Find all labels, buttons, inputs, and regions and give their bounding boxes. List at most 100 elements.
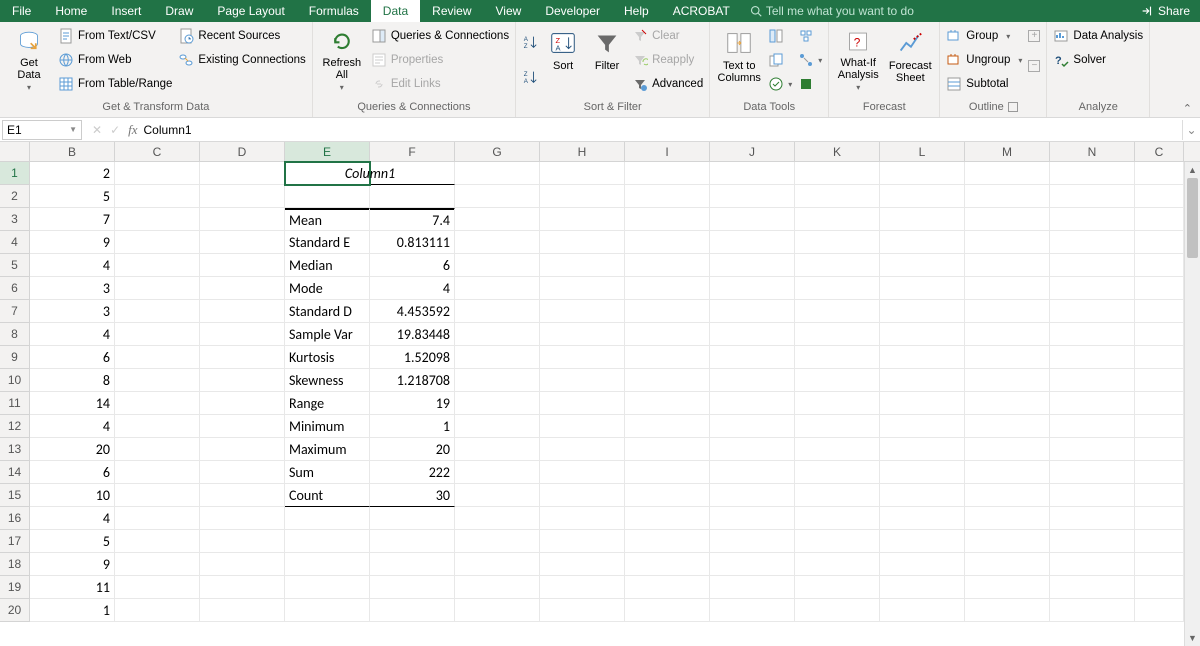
cell-K3[interactable] [795,208,880,231]
cell-L11[interactable] [880,392,965,415]
cell-L20[interactable] [880,599,965,622]
cell-G20[interactable] [455,599,540,622]
cell-C14[interactable] [115,461,200,484]
cell-I9[interactable] [625,346,710,369]
cell-F4[interactable]: 0.813111 [370,231,455,254]
cell-G5[interactable] [455,254,540,277]
sort-button[interactable]: ZA Sort [544,26,582,92]
tab-developer[interactable]: Developer [533,0,612,22]
cell-E7[interactable]: Standard D [285,300,370,323]
column-header-C[interactable]: C [1135,142,1184,161]
row-header-8[interactable]: 8 [0,323,30,346]
cell-L14[interactable] [880,461,965,484]
cell-E15[interactable]: Count [285,484,370,507]
cell-I3[interactable] [625,208,710,231]
ungroup-button[interactable]: Ungroup▾ [946,50,1022,70]
cell-C18[interactable] [115,553,200,576]
cell-H8[interactable] [540,323,625,346]
cell-B7[interactable]: 3 [30,300,115,323]
row-header-16[interactable]: 16 [0,507,30,530]
cell-N19[interactable] [1050,576,1135,599]
show-detail-button[interactable]: + [1028,26,1040,46]
cell-M20[interactable] [965,599,1050,622]
cell-C8[interactable] [115,323,200,346]
cell-K14[interactable] [795,461,880,484]
cell-D7[interactable] [200,300,285,323]
cell-J8[interactable] [710,323,795,346]
cell-E3[interactable]: Mean [285,208,370,231]
cell-H4[interactable] [540,231,625,254]
cell-K7[interactable] [795,300,880,323]
tab-formulas[interactable]: Formulas [297,0,371,22]
cell-G11[interactable] [455,392,540,415]
column-header-E[interactable]: E [285,142,370,161]
cell-H6[interactable] [540,277,625,300]
cell-C19[interactable] [115,576,200,599]
cell-D8[interactable] [200,323,285,346]
cell-E13[interactable]: Maximum [285,438,370,461]
cell-C15[interactable] [1135,484,1184,507]
cell-G13[interactable] [455,438,540,461]
cell-G19[interactable] [455,576,540,599]
column-header-L[interactable]: L [880,142,965,161]
cell-B12[interactable]: 4 [30,415,115,438]
cell-M8[interactable] [965,323,1050,346]
cell-C12[interactable] [1135,415,1184,438]
cell-C5[interactable] [115,254,200,277]
cell-C12[interactable] [115,415,200,438]
solver-button[interactable]: ?Solver [1053,50,1143,70]
cell-C5[interactable] [1135,254,1184,277]
cell-J17[interactable] [710,530,795,553]
cell-N13[interactable] [1050,438,1135,461]
spreadsheet-grid[interactable]: BCDEFGHIJKLMNC 12Column12537Mean7.449Sta… [0,142,1200,646]
formula-input[interactable] [138,120,1182,140]
cell-N1[interactable] [1050,162,1135,185]
advanced-button[interactable]: Advanced [632,74,703,94]
cell-B11[interactable]: 14 [30,392,115,415]
cell-K19[interactable] [795,576,880,599]
cell-H14[interactable] [540,461,625,484]
existing-connections-button[interactable]: Existing Connections [178,50,305,70]
cell-C3[interactable] [1135,208,1184,231]
cell-K9[interactable] [795,346,880,369]
row-header-2[interactable]: 2 [0,185,30,208]
cell-C16[interactable] [115,507,200,530]
cell-J11[interactable] [710,392,795,415]
cell-D20[interactable] [200,599,285,622]
cell-E10[interactable]: Skewness [285,369,370,392]
cell-L18[interactable] [880,553,965,576]
cell-K6[interactable] [795,277,880,300]
cell-F14[interactable]: 222 [370,461,455,484]
cell-K16[interactable] [795,507,880,530]
cell-D12[interactable] [200,415,285,438]
cell-J5[interactable] [710,254,795,277]
cell-C11[interactable] [115,392,200,415]
scroll-up-button[interactable]: ▲ [1185,162,1200,178]
tab-draw[interactable]: Draw [153,0,205,22]
cell-B10[interactable]: 8 [30,369,115,392]
cell-N2[interactable] [1050,185,1135,208]
cell-C16[interactable] [1135,507,1184,530]
cell-L1[interactable] [880,162,965,185]
cell-L6[interactable] [880,277,965,300]
refresh-all-button[interactable]: Refresh All▾ [319,26,365,92]
cell-C20[interactable] [115,599,200,622]
cell-I6[interactable] [625,277,710,300]
row-header-4[interactable]: 4 [0,231,30,254]
cell-K4[interactable] [795,231,880,254]
row-header-11[interactable]: 11 [0,392,30,415]
cell-I8[interactable] [625,323,710,346]
cell-F10[interactable]: 1.218708 [370,369,455,392]
cell-N7[interactable] [1050,300,1135,323]
cell-J4[interactable] [710,231,795,254]
cell-E18[interactable] [285,553,370,576]
insert-function-button[interactable]: fx [128,122,137,138]
cell-G10[interactable] [455,369,540,392]
cell-D9[interactable] [200,346,285,369]
cell-N15[interactable] [1050,484,1135,507]
cell-J9[interactable] [710,346,795,369]
cell-D18[interactable] [200,553,285,576]
cell-B1[interactable]: 2 [30,162,115,185]
expand-formula-bar-button[interactable]: ⌄ [1182,120,1200,140]
cell-N10[interactable] [1050,369,1135,392]
